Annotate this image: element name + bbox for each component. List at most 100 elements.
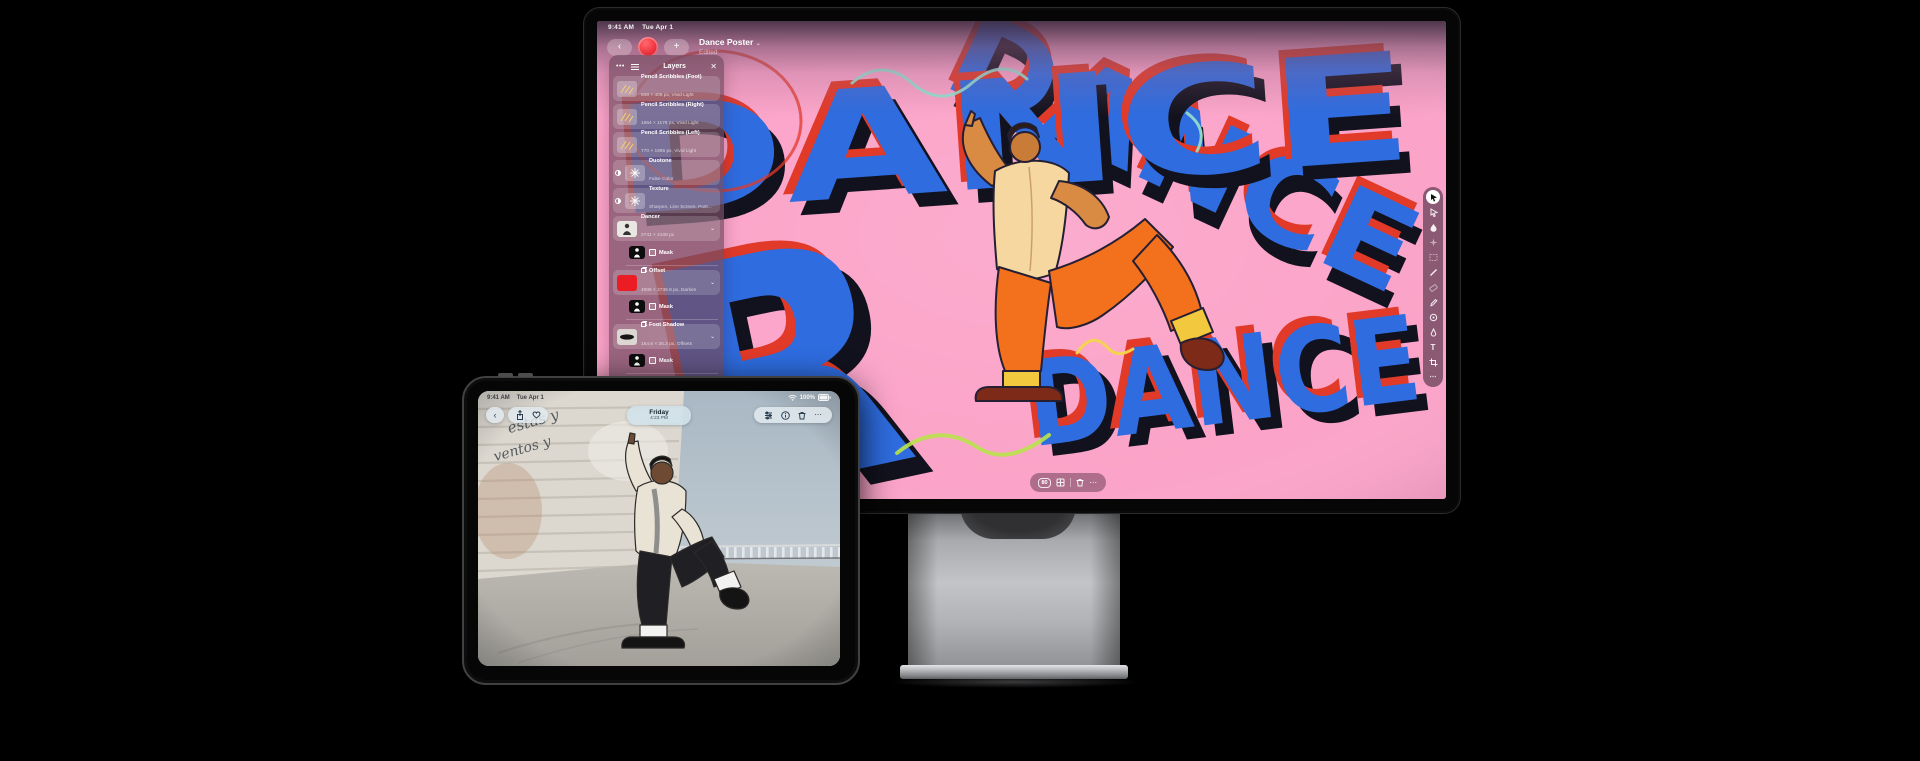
effect-toggle-icon[interactable] [615, 170, 621, 176]
close-icon[interactable]: ✕ [710, 62, 717, 71]
adjust-icon[interactable] [764, 411, 773, 420]
layer-row[interactable]: Pencil Scribbles (Left)770 × 1995 px, Vi… [613, 132, 720, 157]
marquee-tool-icon[interactable] [1426, 251, 1440, 264]
ipad-photo: estas y ventos y [478, 391, 840, 666]
pencil-tool-icon[interactable] [1426, 296, 1440, 309]
layer-thumbnail [617, 81, 637, 97]
share-icon[interactable] [516, 410, 524, 420]
ipad: estas y ventos y [462, 376, 860, 685]
layer-meta: False Color [649, 177, 674, 182]
move-tool-icon[interactable] [1426, 190, 1440, 204]
panel-more-icon[interactable]: ••• [616, 63, 625, 70]
mask-label: Mask [649, 303, 673, 310]
layers-panel: ••• Layers ✕ Pencil Scribbles (Foot) 638 … [609, 55, 724, 421]
mask-label: Mask [649, 357, 673, 364]
document-title: Dance Poster [699, 37, 753, 47]
display-stand-shadow [886, 676, 1142, 688]
layer-thumbnail [617, 221, 637, 237]
layer-meta: 638 × 409 px, Vivid Light [641, 93, 694, 98]
heart-icon[interactable] [532, 411, 541, 419]
layer-thumbnail [617, 137, 637, 153]
layer-name: Foot Shadow [641, 321, 706, 330]
layer-row[interactable]: Duotone False Color [613, 160, 720, 185]
eraser-tool-icon[interactable] [1426, 281, 1440, 294]
chevron-down-icon[interactable]: ⌄ [710, 333, 716, 340]
back-chevron-icon: ‹ [618, 42, 621, 52]
layer-thumbnail [625, 193, 645, 209]
layer-thumbnail [617, 275, 637, 291]
chevron-down-icon[interactable]: ⌄ [710, 225, 716, 232]
layer-thumbnail [617, 109, 637, 125]
paint-tool-icon[interactable] [1426, 221, 1440, 234]
layer-name: Texture [649, 186, 716, 193]
effect-toggle-icon[interactable] [615, 198, 621, 204]
layers-list-icon[interactable] [631, 63, 639, 71]
line-tool-icon[interactable] [1426, 266, 1440, 279]
trash-icon[interactable] [798, 411, 806, 420]
add-button[interactable]: + [664, 39, 689, 56]
layers-panel-header: ••• Layers ✕ [613, 59, 720, 76]
layer-meta: 4006 × 2736.8 px, Darken [641, 288, 696, 293]
divider [626, 373, 718, 374]
photos-toolbar: ‹ Friday 4:23 PM [486, 406, 832, 426]
layer-row[interactable]: Pencil Scribbles (Foot) 638 × 409 px, Viv… [613, 76, 720, 101]
layer-name: Pencil Scribbles (Left) [641, 130, 716, 137]
ipad-back-button[interactable]: ‹ [486, 407, 504, 423]
smudge-tool-icon[interactable] [1426, 311, 1440, 324]
layer-row[interactable]: Foot Shadow 154.6 × 25.3 px, Offsets ⌄ [613, 324, 720, 349]
layer-mask-row[interactable]: Mask [626, 244, 720, 261]
mask-thumbnail [629, 354, 645, 367]
layer-mask-row[interactable]: Mask [626, 352, 720, 369]
pixelmator-app-icon[interactable] [638, 37, 658, 57]
layer-name: Pencil Scribbles (Right) [641, 102, 716, 109]
volume-button [518, 373, 533, 377]
layer-name: Dancer [641, 214, 706, 221]
layer-name: Duotone [649, 158, 716, 165]
title-chevron-icon: ⌄ [756, 41, 761, 47]
layer-thumbnail [617, 329, 637, 345]
photo-date-pill[interactable]: Friday 4:23 PM [627, 406, 691, 425]
ipad-action-pill [508, 407, 548, 423]
layer-name: Pencil Scribbles (Foot) [641, 74, 716, 81]
pen-tool-icon[interactable] [1426, 326, 1440, 339]
layer-row[interactable]: Texture Sharpen, Line Screen, Post... [613, 188, 720, 213]
layer-meta: 2741 × 4108 px [641, 233, 674, 238]
grid-icon[interactable] [1056, 478, 1065, 487]
mask-icon [649, 303, 656, 310]
layer-mask-row[interactable]: Mask [626, 298, 720, 315]
clip-badge-icon [641, 267, 647, 276]
canvas-bottom-bar: 80 ⋯ [1030, 473, 1106, 492]
document-title-block[interactable]: Dance Poster ⌄ Edited [699, 37, 761, 57]
zoom-level-chip[interactable]: 80 [1038, 478, 1051, 488]
layers-panel-title: Layers [639, 63, 710, 70]
tool-rail: T⋯ [1423, 187, 1443, 387]
mask-thumbnail [629, 246, 645, 259]
layer-row[interactable]: Dancer 2741 × 4108 px ⌄ [613, 216, 720, 241]
mask-thumbnail [629, 300, 645, 313]
more-tools-icon[interactable]: ⋯ [1426, 371, 1440, 384]
chevron-down-icon[interactable]: ⌄ [710, 279, 716, 286]
divider [626, 265, 718, 266]
crop-tool-icon[interactable] [1426, 356, 1440, 369]
photo-time-label: 4:23 PM [650, 416, 668, 422]
trash-icon[interactable] [1076, 478, 1084, 487]
layer-meta: Sharpen, Line Screen, Post... [649, 205, 712, 210]
layer-meta: 154.6 × 25.3 px, Offsets [641, 342, 692, 347]
text-tool-icon[interactable]: T [1426, 341, 1440, 354]
plus-icon: + [674, 42, 680, 52]
layer-row[interactable]: Pencil Scribbles (Right) 1864 × 1178 px, … [613, 104, 720, 129]
layer-thumbnail [625, 165, 645, 181]
back-chevron-icon: ‹ [494, 410, 497, 420]
volume-button [498, 373, 513, 377]
arrange-tool-icon[interactable] [1426, 206, 1440, 219]
magic-wand-tool-icon[interactable] [1426, 236, 1440, 249]
layer-row[interactable]: Offset 4006 × 2736.8 px, Darken ⌄ [613, 270, 720, 295]
clip-badge-icon [641, 321, 647, 330]
layer-name: Offset [641, 267, 706, 276]
info-icon[interactable] [781, 411, 790, 420]
mask-label: Mask [649, 249, 673, 256]
mask-icon [649, 249, 656, 256]
layer-meta: 1864 × 1178 px, Vivid Light [641, 121, 699, 126]
scene: R R R DANCE DANCE DANCE DANCE DANCE DANC… [0, 0, 1920, 761]
back-button[interactable]: ‹ [607, 39, 632, 56]
